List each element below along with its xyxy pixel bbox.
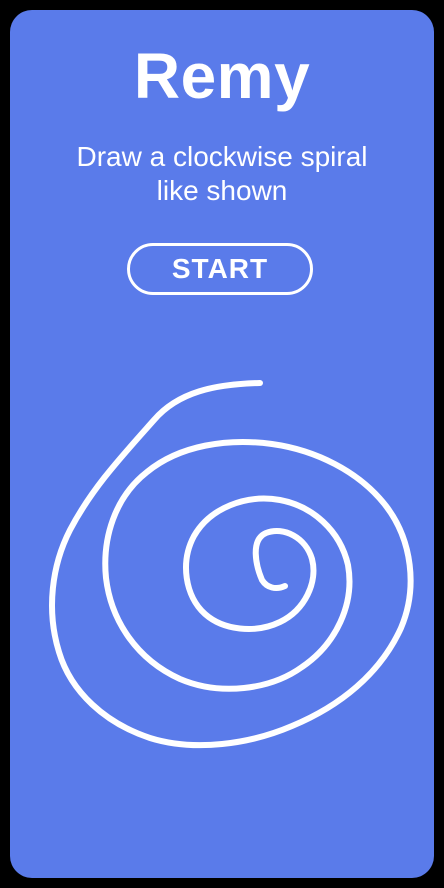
spiral-drawing-icon [49, 380, 414, 749]
spiral-drawing-area[interactable] [10, 10, 434, 878]
device-frame: Remy Draw a clockwise spiral like shown … [0, 0, 444, 888]
app-screen: Remy Draw a clockwise spiral like shown … [10, 10, 434, 878]
